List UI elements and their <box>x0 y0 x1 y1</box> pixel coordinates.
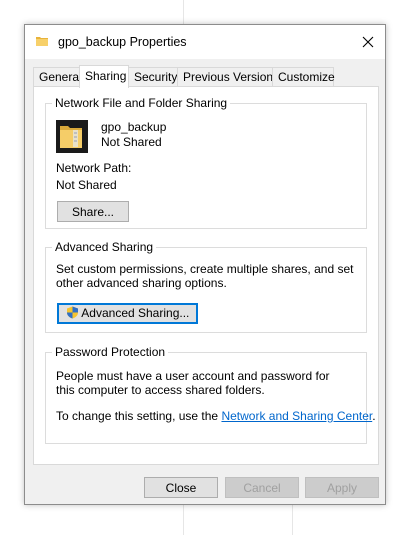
password-protection-group-title: Password Protection <box>52 345 169 359</box>
cancel-button[interactable]: Cancel <box>225 477 299 498</box>
change-setting-suffix: . <box>372 409 376 423</box>
network-path-value: Not Shared <box>56 178 117 192</box>
advanced-sharing-description: Set custom permissions, create multiple … <box>56 262 354 290</box>
tab-general[interactable]: General <box>33 67 82 86</box>
share-button[interactable]: Share... <box>57 201 129 222</box>
close-icon <box>362 36 374 48</box>
advanced-sharing-group-title: Advanced Sharing <box>52 240 157 254</box>
close-button[interactable]: Close <box>144 477 218 498</box>
properties-dialog: gpo_backup Properties General Sharing Se… <box>24 24 386 505</box>
folder-icon <box>35 34 49 48</box>
tab-strip: General Sharing Security Previous Versio… <box>33 65 377 88</box>
apply-button[interactable]: Apply <box>305 477 379 498</box>
tab-security[interactable]: Security <box>128 67 178 86</box>
password-protection-change-text: To change this setting, use the Network … <box>56 409 376 423</box>
advanced-sharing-button-label: Advanced Sharing... <box>81 306 190 320</box>
uac-shield-icon <box>66 306 78 319</box>
network-sharing-center-link[interactable]: Network and Sharing Center <box>221 409 372 423</box>
password-protection-group: Password Protection People must have a u… <box>45 345 376 444</box>
dialog-title: gpo_backup Properties <box>58 35 187 49</box>
change-setting-prefix: To change this setting, use the <box>56 409 222 423</box>
close-window-button[interactable] <box>351 25 385 59</box>
share-status: Not Shared <box>101 135 162 149</box>
folder-icon <box>56 120 88 153</box>
tab-sharing[interactable]: Sharing <box>79 65 129 88</box>
advanced-sharing-button[interactable]: Advanced Sharing... <box>57 303 198 324</box>
network-sharing-group: Network File and Folder Sharing gpo_back… <box>45 96 367 229</box>
title-bar: gpo_backup Properties <box>25 25 385 59</box>
password-protection-description: People must have a user account and pass… <box>56 369 330 397</box>
advanced-sharing-group: Advanced Sharing Set custom permissions,… <box>45 240 367 333</box>
folder-name: gpo_backup <box>101 120 167 134</box>
network-sharing-group-title: Network File and Folder Sharing <box>52 96 231 110</box>
network-path-label: Network Path: <box>56 161 132 175</box>
sharing-tab-panel: Network File and Folder Sharing gpo_back… <box>33 86 379 465</box>
tab-previous-versions[interactable]: Previous Versions <box>177 67 279 86</box>
tab-customize[interactable]: Customize <box>272 67 335 86</box>
